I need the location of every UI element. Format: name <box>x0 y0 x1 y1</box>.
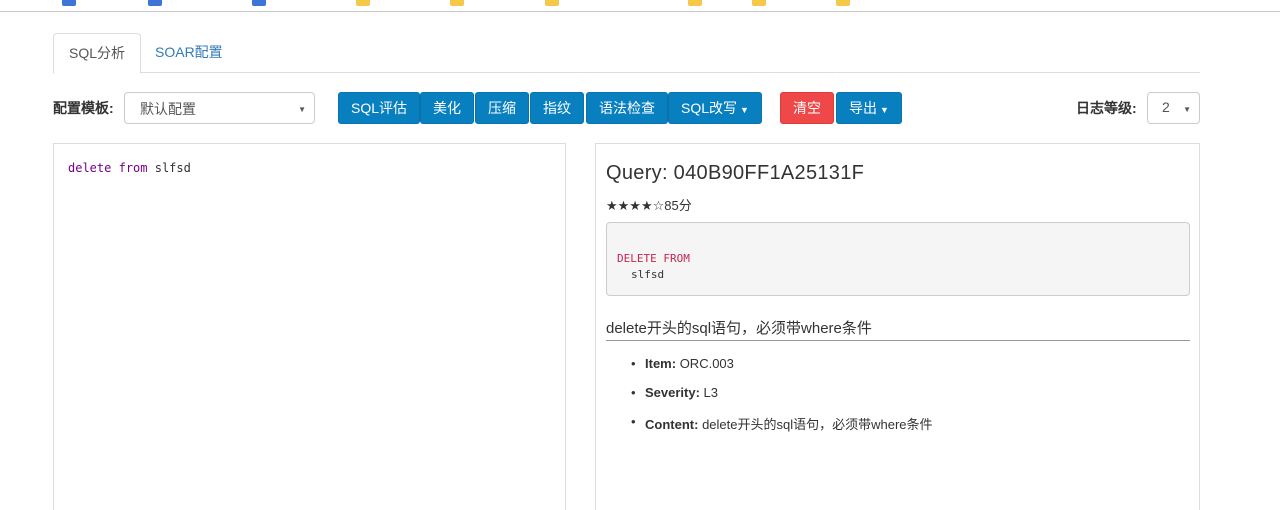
bookmark-icon <box>148 0 162 6</box>
bookmark-folder[interactable] <box>836 0 850 9</box>
log-level-value: 2 <box>1162 99 1170 115</box>
export-button[interactable]: 导出 ▼ <box>836 92 902 124</box>
tab-soar-config[interactable]: SOAR配置 <box>140 33 238 73</box>
bookmark-folder[interactable] <box>752 0 766 9</box>
editor-code-line: delete from slfsd <box>68 161 191 175</box>
folder-icon <box>545 0 559 6</box>
folder-icon <box>752 0 766 6</box>
template-label: 配置模板: <box>53 100 114 116</box>
formatted-sql-block: DELETE FROM slfsd <box>606 222 1190 296</box>
rating-stars: ★★★★☆ <box>606 198 665 213</box>
content-key: Content: <box>645 417 699 432</box>
rule-heading: delete开头的sql语句，必须带where条件 <box>606 317 1190 341</box>
list-item: Severity: L3 <box>623 385 933 414</box>
severity-value: L3 <box>703 385 719 400</box>
sql-rewrite-button[interactable]: SQL改写 ▼ <box>668 92 762 124</box>
chevron-down-icon: ▼ <box>298 105 306 114</box>
template-select[interactable]: 默认配置 ▼ <box>124 92 315 124</box>
query-score: ★★★★☆85分 <box>606 195 692 214</box>
log-level-label: 日志等级: <box>1076 100 1137 116</box>
sql-table-name: slfsd <box>154 161 191 175</box>
fingerprint-button[interactable]: 指纹 <box>530 92 584 124</box>
folder-icon <box>688 0 702 6</box>
tab-sql-analysis[interactable]: SQL分析 <box>53 33 142 74</box>
item-value: ORC.003 <box>679 356 734 371</box>
rule-details-list: Item: ORC.003 Severity: L3 Content: dele… <box>623 356 933 443</box>
bookmark-item[interactable] <box>252 0 266 9</box>
sql-editor[interactable]: delete from slfsd <box>53 143 566 510</box>
folder-icon <box>450 0 464 6</box>
beautify-button[interactable]: 美化 <box>420 92 474 124</box>
log-level-select[interactable]: 2 ▼ <box>1147 92 1200 124</box>
folder-icon <box>836 0 850 6</box>
bookmark-item[interactable] <box>62 0 76 9</box>
syntax-check-button[interactable]: 语法检查 <box>586 92 668 124</box>
list-item: Content: delete开头的sql语句，必须带where条件 <box>623 414 933 443</box>
sql-evaluate-button[interactable]: SQL评估 <box>338 92 421 124</box>
bookmark-folder[interactable] <box>450 0 464 9</box>
score-value: 85分 <box>664 198 692 213</box>
item-key: Item: <box>645 356 677 371</box>
clear-button[interactable]: 清空 <box>780 92 834 124</box>
list-item: Item: ORC.003 <box>623 356 933 385</box>
bookmark-bar <box>0 0 1280 12</box>
bookmark-folder[interactable] <box>545 0 559 9</box>
template-select-value: 默认配置 <box>140 101 196 117</box>
caret-down-icon: ▼ <box>880 105 889 115</box>
bookmark-icon <box>252 0 266 6</box>
severity-key: Severity: <box>645 385 700 400</box>
sql-rewrite-label: SQL改写 <box>681 100 738 116</box>
sql-keyword: delete <box>68 161 112 175</box>
content-value: delete开头的sql语句，必须带where条件 <box>702 417 933 432</box>
formatted-sql-keyword: DELETE FROM <box>617 252 690 265</box>
bookmark-folder[interactable] <box>356 0 370 9</box>
tab-bar: SQL分析 SOAR配置 <box>53 33 1200 74</box>
chevron-down-icon: ▼ <box>1183 105 1191 114</box>
query-title: Query: 040B90FF1A25131F <box>606 162 865 184</box>
bookmark-folder[interactable] <box>688 0 702 9</box>
caret-down-icon: ▼ <box>740 105 749 115</box>
folder-icon <box>356 0 370 6</box>
analysis-result-panel: Query: 040B90FF1A25131F ★★★★☆85分 DELETE … <box>595 143 1200 510</box>
compress-button[interactable]: 压缩 <box>475 92 529 124</box>
export-label: 导出 <box>849 100 877 116</box>
bookmark-item[interactable] <box>148 0 162 9</box>
bookmark-icon <box>62 0 76 6</box>
sql-keyword: from <box>118 161 148 175</box>
formatted-sql-table: slfsd <box>631 268 665 281</box>
